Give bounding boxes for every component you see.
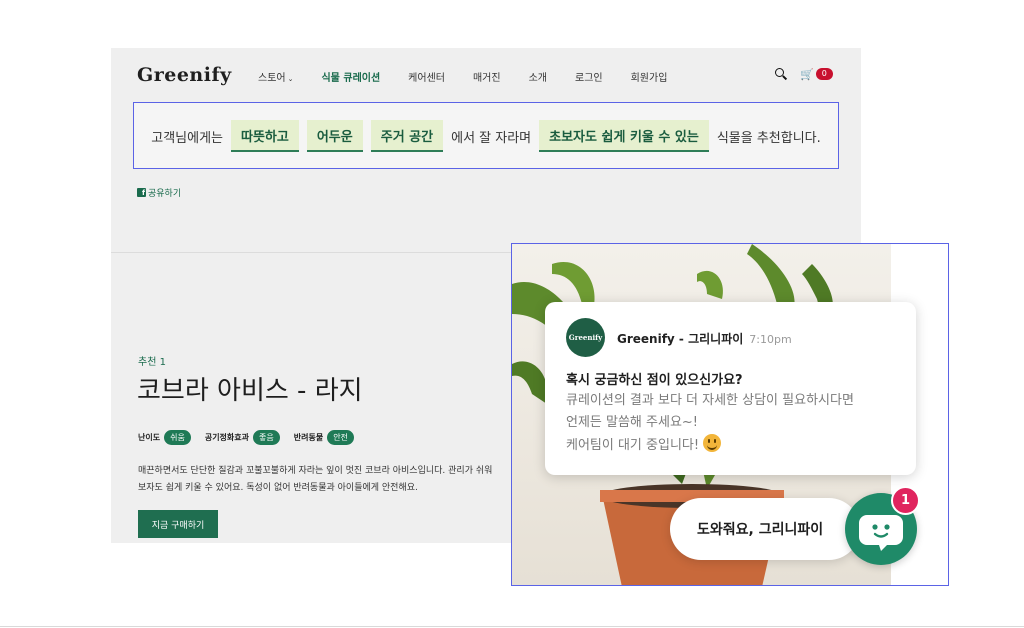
share-label: 공유하기 — [148, 189, 182, 199]
nav-item-curation[interactable]: 식물 큐레이션 — [321, 69, 380, 84]
chat-message-card[interactable]: Greenify Greenify - 그리니파이 7:10pm 혹시 궁금하신 … — [545, 302, 916, 475]
tag-label-pets: 반려동물 — [293, 433, 324, 442]
cart-count-badge: 0 — [815, 68, 833, 80]
product-title: 코브라 아비스 - 라지 — [137, 376, 363, 406]
tag-value-difficulty: 쉬움 — [164, 430, 191, 445]
recommendation-suffix: 식물을 추천합니다. — [716, 130, 821, 146]
nav-item-label: 스토어 — [258, 73, 286, 84]
nav-item-about[interactable]: 소개 — [529, 69, 547, 84]
nav-item-signup[interactable]: 회원가입 — [631, 69, 668, 84]
nav-item-magazine[interactable]: 매거진 — [473, 69, 501, 84]
condition-chip-space[interactable]: 주거 공간 — [370, 120, 444, 152]
avatar: Greenify — [566, 318, 605, 357]
header-actions: 🛒 0 — [774, 67, 833, 81]
nav-item-store[interactable]: 스토어 ⌄ — [258, 69, 293, 84]
message-time: 7:10pm — [749, 333, 792, 346]
logo[interactable]: Greenify — [137, 64, 232, 86]
help-label: 도와줘요, 그리니파이 — [697, 522, 824, 538]
cart-icon: 🛒 — [800, 67, 814, 81]
tag-value-air: 좋음 — [253, 430, 280, 445]
description-line: 보자도 쉽게 키울 수 있어요. 독성이 없어 반려동물과 아이들에게 안전해요… — [138, 483, 418, 493]
condition-chip-warm[interactable]: 따뜻하고 — [231, 120, 299, 152]
chat-body: 큐레이션의 결과 보다 더 자세한 상담이 필요하시다면 언제든 말씀해 주세요… — [566, 390, 854, 457]
recommendation-prefix: 고객님에게는 — [151, 130, 223, 146]
share-button[interactable]: f 공유하기 — [137, 186, 181, 199]
recommendation-summary: 고객님에게는 따뜻하고 어두운 주거 공간 에서 잘 자라며 초보자도 쉽게 키… — [133, 102, 839, 169]
product-tags: 난이도 쉬움 공기정화효과 좋음 반려동물 안전 — [138, 430, 368, 445]
chat-line-with-emoji: 케어팀이 대기 중입니다! — [566, 434, 854, 457]
tag-label-air: 공기정화효과 — [204, 433, 249, 442]
chat-line: 언제든 말씀해 주세요~! — [566, 415, 699, 430]
tag-label-difficulty: 난이도 — [138, 433, 161, 442]
tag-value-pets: 안전 — [327, 430, 354, 445]
smile-emoji-icon — [703, 434, 722, 452]
nav-item-login[interactable]: 로그인 — [575, 69, 603, 84]
recommendation-middle: 에서 잘 자라며 — [451, 130, 532, 146]
chevron-down-icon: ⌄ — [287, 75, 294, 83]
recommendation-sentence: 고객님에게는 따뜻하고 어두운 주거 공간 에서 잘 자라며 초보자도 쉽게 키… — [134, 120, 838, 152]
unread-count-badge: 1 — [891, 486, 920, 515]
section-divider — [111, 252, 511, 253]
condition-chip-dark[interactable]: 어두운 — [306, 120, 363, 152]
nav-item-care-center[interactable]: 케어센터 — [408, 69, 445, 84]
description-line: 매끈하면서도 단단한 질감과 꼬불꼬불하게 자라는 잎이 멋진 코브라 아비스입… — [138, 466, 493, 476]
buy-now-button[interactable]: 지금 구매하기 — [138, 510, 218, 538]
chat-sender: Greenify - 그리니파이 7:10pm — [617, 330, 792, 347]
cart-button[interactable]: 🛒 0 — [800, 68, 833, 81]
condition-chip-beginner[interactable]: 초보자도 쉽게 키울 수 있는 — [539, 120, 709, 152]
main-nav: 스토어 ⌄ 식물 큐레이션 케어센터 매거진 소개 로그인 회원가입 — [258, 69, 695, 84]
facebook-icon: f — [137, 188, 146, 197]
chat-line: 케어팀이 대기 중입니다! — [566, 438, 700, 453]
help-request-button[interactable]: 도와줘요, 그리니파이 — [670, 498, 860, 560]
product-description: 매끈하면서도 단단한 질감과 꼬불꼬불하게 자라는 잎이 멋진 코브라 아비스입… — [138, 463, 511, 497]
chat-line: 큐레이션의 결과 보다 더 자세한 상담이 필요하시다면 — [566, 393, 854, 408]
chat-question: 혹시 궁금하신 점이 있으신가요? — [566, 373, 743, 388]
search-icon[interactable] — [774, 67, 788, 81]
bottom-divider — [0, 626, 1024, 627]
recommendation-number: 추천 1 — [138, 357, 166, 368]
sender-name: Greenify - 그리니파이 — [617, 332, 744, 346]
